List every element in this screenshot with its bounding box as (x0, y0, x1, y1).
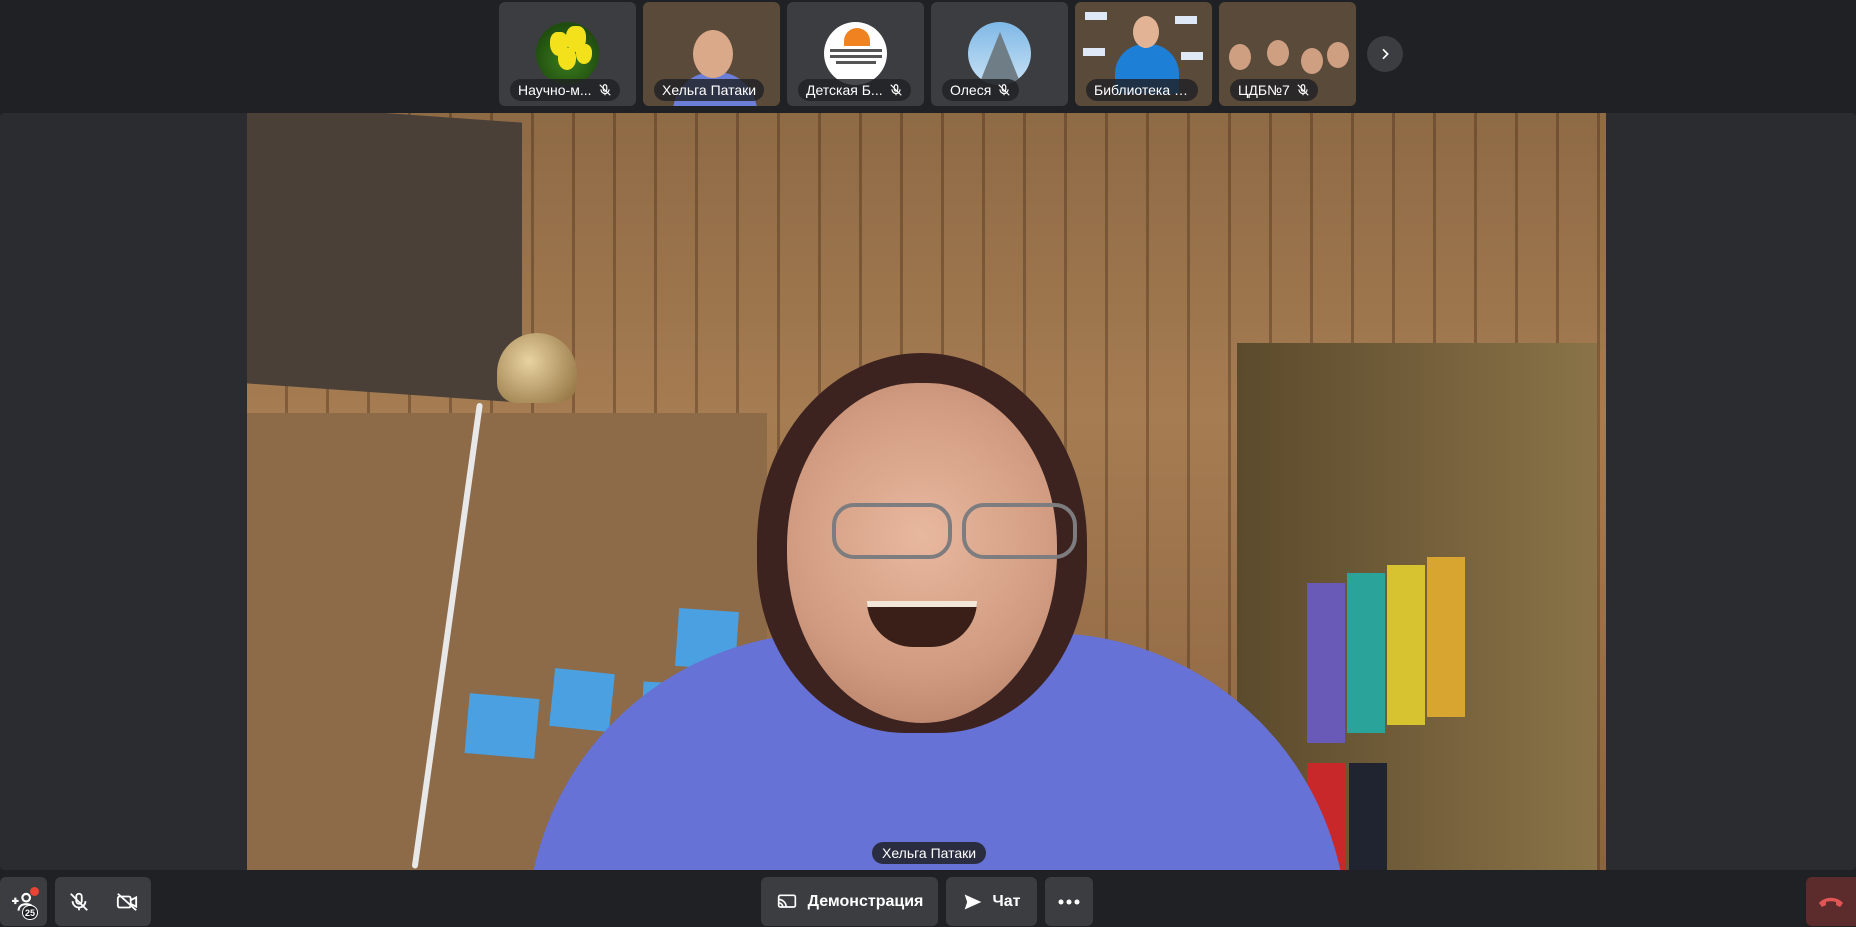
participant-name: Детская Б... (806, 82, 883, 98)
phone-hangup-icon (1819, 897, 1843, 907)
speaker-video[interactable] (247, 113, 1606, 870)
microphone-off-icon (1297, 84, 1309, 96)
video-conference-app: Научно-м... Хельга Патаки Детская Б... О… (0, 0, 1856, 927)
participant-tile[interactable]: Детская Б... (787, 2, 924, 106)
participant-name: Олеся (950, 82, 992, 98)
participant-tile[interactable]: Хельга Патаки (643, 2, 780, 106)
media-controls (55, 877, 151, 926)
microphone-toggle[interactable] (55, 877, 103, 926)
screen-share-icon (777, 894, 796, 908)
participant-name: Научно-м... (518, 82, 592, 98)
participant-tile[interactable]: Олеся (931, 2, 1068, 106)
more-button[interactable] (1045, 877, 1093, 926)
next-participants-button[interactable] (1367, 36, 1403, 72)
participant-strip: Научно-м... Хельга Патаки Детская Б... О… (499, 2, 1356, 106)
speaker-glasses (832, 503, 952, 559)
participant-count-badge: 25 (22, 905, 39, 920)
invite-button[interactable]: 25 (0, 877, 47, 926)
notification-dot (30, 887, 39, 896)
participant-name-label: Хельга Патаки (654, 79, 765, 101)
participant-name-label: Олеся (942, 79, 1020, 101)
background-plaque (247, 113, 522, 403)
more-horizontal-icon (1058, 899, 1080, 904)
send-icon (964, 894, 981, 909)
participant-tile[interactable]: ЦДБ№7 (1219, 2, 1356, 106)
screen-share-label: Демонстрация (807, 892, 924, 910)
participant-avatar (968, 22, 1031, 85)
microphone-off-icon (70, 892, 88, 911)
participant-name: Библиотека и... (1094, 82, 1190, 98)
chat-label: Чат (992, 892, 1021, 910)
participant-name: Хельга Патаки (662, 82, 757, 98)
microphone-off-icon (889, 84, 902, 96)
participant-name-label: Детская Б... (798, 79, 911, 101)
participant-name-label: Научно-м... (510, 79, 620, 101)
chat-button[interactable]: Чат (946, 877, 1037, 926)
hangup-button[interactable] (1806, 877, 1856, 926)
screen-share-button[interactable]: Демонстрация (761, 877, 938, 926)
participant-avatar (536, 22, 599, 85)
video-thumbnail-face (1133, 16, 1159, 48)
participant-name: ЦДБ№7 (1238, 82, 1290, 98)
video-thumbnail-face (693, 30, 733, 78)
participant-avatar (824, 22, 887, 85)
participant-name-label: Библиотека и... (1086, 79, 1198, 101)
microphone-off-icon (998, 84, 1010, 96)
main-stage (0, 113, 1856, 870)
background-lamp (497, 333, 577, 403)
chevron-right-icon (1382, 48, 1389, 60)
speaker-name-label: Хельга Патаки (872, 842, 987, 864)
camera-toggle[interactable] (103, 877, 151, 926)
participant-name-label: ЦДБ№7 (1230, 79, 1318, 101)
participant-tile[interactable]: Научно-м... (499, 2, 636, 106)
microphone-off-icon (598, 84, 611, 96)
participant-tile[interactable]: Библиотека и... (1075, 2, 1212, 106)
camera-off-icon (116, 892, 138, 911)
bottom-toolbar: 25 Демонстрация Чат (0, 870, 1856, 927)
